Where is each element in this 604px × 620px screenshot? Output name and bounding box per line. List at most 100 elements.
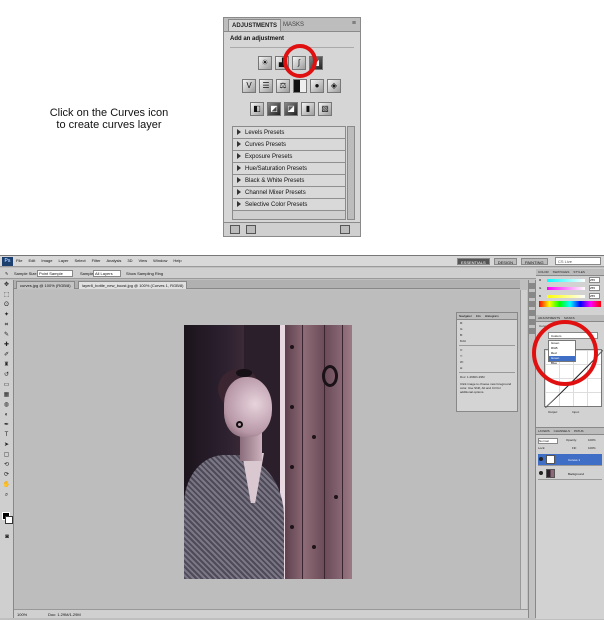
menu-edit[interactable]: Edit xyxy=(28,258,35,263)
selective-color-icon[interactable]: ▧ xyxy=(318,102,332,116)
history-panel-icon[interactable] xyxy=(529,283,535,289)
hand-tool-icon[interactable]: ✋ xyxy=(2,481,12,490)
tab-navigator[interactable]: Navigator xyxy=(459,313,472,319)
eyedropper-tool-icon[interactable]: ✎ xyxy=(5,271,8,276)
preset-item[interactable]: Exposure Presets xyxy=(233,151,345,163)
color-slider-g[interactable]: G 255 xyxy=(539,285,601,292)
tab-swatches[interactable]: SWATCHES xyxy=(553,269,570,275)
return-to-list-icon[interactable] xyxy=(230,225,240,234)
doc-tab-2[interactable]: layer8_bottle_new_boost.jpg @ 100% (Curv… xyxy=(78,281,188,289)
trash-icon[interactable] xyxy=(340,225,350,234)
tab-info[interactable]: Info xyxy=(476,313,481,319)
menu-3d[interactable]: 3D xyxy=(127,258,132,263)
preset-item[interactable]: Selective Color Presets xyxy=(233,199,345,211)
tab-adjustments[interactable]: ADJUSTMENTS xyxy=(228,19,282,31)
dodge-tool-icon[interactable]: ◐ xyxy=(2,411,12,420)
photo-filter-icon[interactable]: ● xyxy=(310,79,324,93)
menu-image[interactable]: Image xyxy=(41,258,52,263)
posterize-icon[interactable]: ◩ xyxy=(267,102,281,116)
invert-icon[interactable]: ◧ xyxy=(250,102,264,116)
slider-track[interactable] xyxy=(547,295,585,298)
menu-select[interactable]: Select xyxy=(75,258,86,263)
color-spectrum-bar[interactable] xyxy=(539,301,601,307)
brightness-contrast-icon[interactable]: ☀ xyxy=(258,56,272,70)
show-sampling-ring-checkbox[interactable]: Show Sampling Ring xyxy=(126,271,163,276)
gradient-tool-icon[interactable]: ▦ xyxy=(2,391,12,400)
tab-styles[interactable]: STYLES xyxy=(573,269,585,275)
zoom-level[interactable]: 100% xyxy=(17,612,27,617)
channel-mixer-icon[interactable]: ◈ xyxy=(327,79,341,93)
slider-value[interactable]: 255 xyxy=(589,293,600,299)
hue-saturation-icon[interactable]: ☰ xyxy=(259,79,273,93)
preset-item[interactable]: Levels Presets xyxy=(233,127,345,139)
preset-item[interactable]: Curves Presets xyxy=(233,139,345,151)
menu-layer[interactable]: Layer xyxy=(58,258,68,263)
clone-source-panel-icon[interactable] xyxy=(529,310,535,316)
clone-stamp-tool-icon[interactable]: ♜ xyxy=(2,361,12,370)
workspace-painting[interactable]: PAINTING xyxy=(521,258,548,265)
tab-paths[interactable]: PATHS xyxy=(574,428,584,434)
tab-masks[interactable]: MASKS xyxy=(280,19,307,31)
type-tool-icon[interactable]: T xyxy=(2,431,12,440)
color-balance-icon[interactable]: ⚖ xyxy=(276,79,290,93)
blur-tool-icon[interactable]: ◍ xyxy=(2,401,12,410)
layer-row-background[interactable]: Background xyxy=(538,468,602,480)
3d-rotate-tool-icon[interactable]: ⟲ xyxy=(2,461,12,470)
opacity-value[interactable]: 100% xyxy=(588,438,596,442)
quick-select-tool-icon[interactable]: ✦ xyxy=(2,311,12,320)
presets-scrollbar[interactable] xyxy=(347,126,355,220)
3d-orbit-tool-icon[interactable]: ⟳ xyxy=(2,471,12,480)
history-brush-tool-icon[interactable]: ↺ xyxy=(2,371,12,380)
pen-tool-icon[interactable]: ✒ xyxy=(2,421,12,430)
tab-channels[interactable]: CHANNELS xyxy=(554,428,570,434)
preset-item[interactable]: Black & White Presets xyxy=(233,175,345,187)
doc-tab-1[interactable]: curves.jpg @ 100% (RGB/8) xyxy=(16,281,75,289)
workspace-design[interactable]: DESIGN xyxy=(493,258,518,265)
visibility-eye-icon[interactable] xyxy=(539,457,543,461)
slider-value[interactable]: 255 xyxy=(589,277,600,283)
canvas-vertical-scrollbar[interactable] xyxy=(520,290,527,610)
menu-file[interactable]: File xyxy=(16,258,22,263)
vibrance-icon[interactable]: V xyxy=(242,79,256,93)
visibility-eye-icon[interactable] xyxy=(539,471,543,475)
actions-panel-icon[interactable] xyxy=(529,292,535,298)
color-slider-b[interactable]: B 255 xyxy=(539,293,601,300)
move-tool-icon[interactable]: ✥ xyxy=(2,281,12,290)
marquee-tool-icon[interactable]: ⬚ xyxy=(2,291,12,300)
preset-item[interactable]: Hue/Saturation Presets xyxy=(233,163,345,175)
eraser-tool-icon[interactable]: ▭ xyxy=(2,381,12,390)
blend-mode-select[interactable]: Normal xyxy=(538,438,558,444)
tab-color[interactable]: COLOR xyxy=(538,269,549,275)
slider-value[interactable]: 255 xyxy=(589,285,600,291)
layer-row-curves[interactable]: Curves 1 xyxy=(538,454,602,466)
menu-view[interactable]: View xyxy=(139,258,148,263)
paragraph-panel-icon[interactable] xyxy=(529,328,535,334)
canvas-area[interactable] xyxy=(15,290,520,610)
preset-item[interactable]: Channel Mixer Presets xyxy=(233,187,345,199)
workspace-essentials[interactable]: ESSENTIALS xyxy=(457,258,490,265)
threshold-icon[interactable]: ◪ xyxy=(284,102,298,116)
menu-filter[interactable]: Filter xyxy=(92,258,101,263)
quick-mask-icon[interactable]: ◙ xyxy=(2,533,12,542)
zoom-tool-icon[interactable]: ⌕ xyxy=(2,491,12,500)
expand-view-icon[interactable] xyxy=(246,225,256,234)
document-photo[interactable] xyxy=(184,325,352,579)
path-select-tool-icon[interactable]: ➤ xyxy=(2,441,12,450)
slider-track[interactable] xyxy=(547,279,585,282)
brushes-panel-icon[interactable] xyxy=(529,301,535,307)
menu-analysis[interactable]: Analysis xyxy=(107,258,122,263)
menu-help[interactable]: Help xyxy=(173,258,181,263)
lasso-tool-icon[interactable]: ʘ xyxy=(2,301,12,310)
cs-live-button[interactable]: CS Live xyxy=(555,257,601,265)
brush-tool-icon[interactable]: ✐ xyxy=(2,351,12,360)
sample-select[interactable]: All Layers xyxy=(93,270,121,277)
panel-menu-icon[interactable]: ≡ xyxy=(352,20,356,27)
gradient-map-icon[interactable]: ▮ xyxy=(301,102,315,116)
menu-window[interactable]: Window xyxy=(153,258,167,263)
sample-size-select[interactable]: Point Sample xyxy=(37,270,73,277)
fill-value[interactable]: 100% xyxy=(588,446,596,450)
eyedropper-tool-icon[interactable]: ✎ xyxy=(2,331,12,340)
tab-histogram[interactable]: Histogram xyxy=(485,313,499,319)
slider-track[interactable] xyxy=(547,287,585,290)
healing-tool-icon[interactable]: ✚ xyxy=(2,341,12,350)
